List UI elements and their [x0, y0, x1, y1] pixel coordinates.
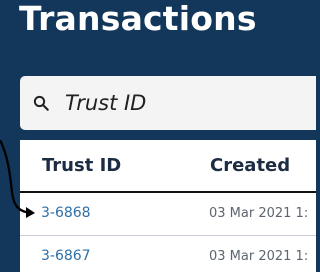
search-box[interactable] — [20, 76, 316, 130]
search-icon — [33, 95, 49, 111]
trust-id-link[interactable]: 3-6868 — [41, 205, 91, 221]
table-header: Trust ID Created — [20, 140, 316, 193]
search-input[interactable] — [65, 86, 305, 120]
transactions-table: Trust ID Created 3-6868 03 Mar 2021 1: 3… — [20, 140, 316, 272]
created-date: 03 Mar 2021 1: — [209, 249, 309, 264]
table-row[interactable]: 3-6868 03 Mar 2021 1: — [20, 193, 316, 236]
table-row[interactable]: 3-6867 03 Mar 2021 1: — [20, 236, 316, 272]
created-date: 03 Mar 2021 1: — [209, 206, 309, 221]
column-header-created[interactable]: Created — [210, 155, 290, 176]
page-title: Transactions — [19, 0, 257, 38]
transactions-page: Transactions Trust ID Created 3-6868 03 … — [0, 0, 316, 272]
trust-id-link[interactable]: 3-6867 — [41, 248, 91, 264]
column-header-trust-id[interactable]: Trust ID — [42, 155, 121, 176]
